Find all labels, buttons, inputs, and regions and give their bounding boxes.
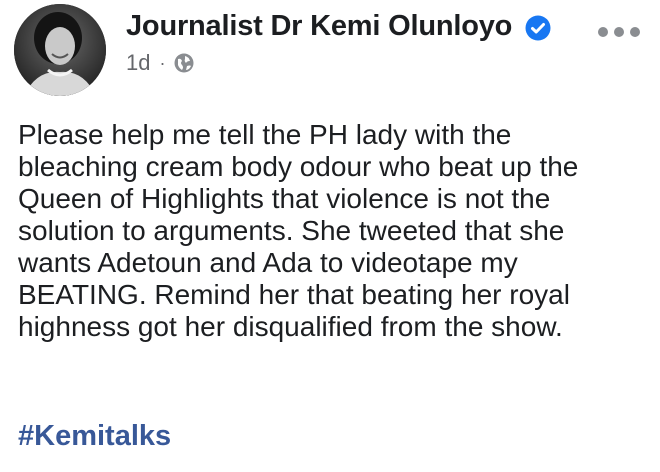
globe-icon[interactable] bbox=[173, 52, 195, 74]
more-options-icon bbox=[598, 27, 608, 37]
verified-badge-icon bbox=[525, 15, 551, 41]
meta-separator: · bbox=[159, 52, 166, 73]
author-name[interactable]: Journalist Dr Kemi Olunloyo bbox=[126, 10, 512, 43]
post-body-line: BEATING. Remind her that beating her roy… bbox=[18, 279, 570, 310]
post-body-line: highness got her disqualified from the s… bbox=[18, 311, 563, 342]
facebook-post: Journalist Dr Kemi Olunloyo 1d · Please … bbox=[0, 0, 660, 472]
author-avatar[interactable] bbox=[14, 4, 106, 96]
more-options-dot bbox=[614, 27, 624, 37]
avatar-photo bbox=[14, 4, 106, 96]
post-body-line: bleaching cream body odour who beat up t… bbox=[18, 151, 579, 182]
more-options-button[interactable] bbox=[598, 24, 640, 40]
post-body-line: wants Adetoun and Ada to videotape my bbox=[18, 247, 518, 278]
post-timestamp[interactable]: 1d bbox=[126, 50, 150, 76]
post-body-line: Please help me tell the PH lady with the bbox=[18, 119, 512, 150]
post-meta: 1d · bbox=[126, 50, 195, 76]
hashtag-link[interactable]: #Kemitalks bbox=[18, 420, 171, 453]
more-options-dot bbox=[630, 27, 640, 37]
post-body: Please help me tell the PH lady with the… bbox=[18, 119, 648, 343]
post-body-line: Queen of Highlights that violence is not… bbox=[18, 183, 551, 214]
post-body-line: solution to arguments. She tweeted that … bbox=[18, 215, 565, 246]
